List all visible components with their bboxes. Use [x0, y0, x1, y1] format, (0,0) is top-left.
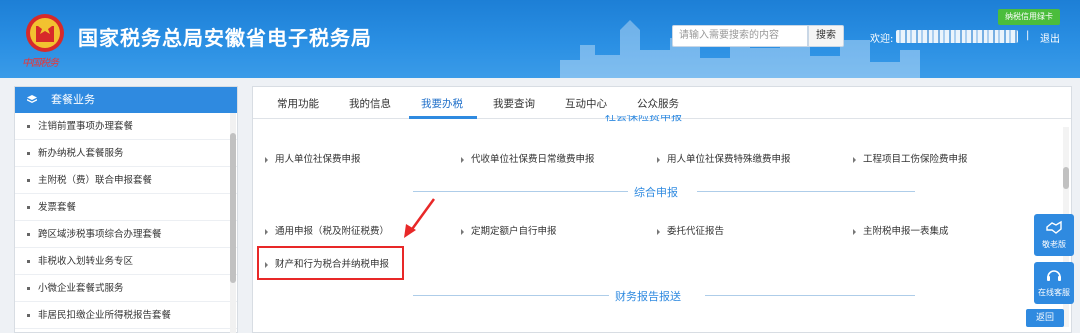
section-title-comprehensive: 综合申报 [628, 184, 684, 200]
bullet-icon [27, 152, 30, 155]
section-title-financial: 财务报告报送 [609, 288, 687, 304]
triangle-icon [853, 156, 856, 163]
menu-item-label: 委托代征报告 [667, 226, 725, 237]
menu-item-label: 通用申报（税及附征税费） [275, 226, 390, 237]
tax-emblem-icon [26, 14, 64, 52]
sidebar-scrollbar[interactable] [230, 113, 236, 333]
bullet-icon [27, 314, 30, 317]
menu-item[interactable]: 定期定额户自行申报 [461, 223, 557, 237]
elder-version-button[interactable]: 敬老版 [1034, 214, 1074, 256]
bullet-icon [27, 233, 30, 236]
bullet-icon [27, 260, 30, 263]
sidebar-item[interactable]: 小微企业套餐式服务 [15, 275, 237, 302]
tab-public-service[interactable]: 公众服务 [637, 96, 679, 111]
sidebar-item[interactable]: 主附税（费）联合申报套餐 [15, 167, 237, 194]
search-input[interactable]: 请输入需要搜索的内容 [672, 25, 808, 47]
menu-item[interactable]: 用人单位社保费特殊缴费申报 [657, 151, 791, 165]
sidebar-item-label: 注销前置事项办理套餐 [38, 121, 134, 132]
triangle-icon [853, 228, 856, 235]
triangle-icon [657, 156, 660, 163]
triangle-icon [265, 156, 268, 163]
triangle-icon [461, 228, 464, 235]
sidebar-item[interactable]: 发票套餐 [15, 194, 237, 221]
masked-username [896, 30, 1018, 43]
site-header: 中国税务 国家税务总局安徽省电子税务局 请输入需要搜索的内容 搜索 纳税信用绿卡… [0, 0, 1080, 78]
sidebar: 套餐业务 注销前置事项办理套餐 新办纳税人套餐服务 主附税（费）联合申报套餐 发… [14, 86, 238, 333]
bullet-icon [27, 206, 30, 209]
site-title: 国家税务总局安徽省电子税务局 [78, 26, 372, 50]
search-button[interactable]: 搜索 [808, 25, 844, 47]
menu-item-label: 定期定额户自行申报 [471, 226, 557, 237]
scrollbar-thumb[interactable] [230, 133, 236, 283]
bullet-icon [27, 287, 30, 290]
menu-item[interactable]: 主附税申报一表集成 [853, 223, 949, 237]
slogan-logo: 中国税务 [22, 58, 59, 69]
section-divider [413, 191, 631, 192]
sidebar-title: 套餐业务 [51, 93, 95, 106]
sidebar-item-label: 发票套餐 [38, 202, 77, 213]
menu-item[interactable]: 通用申报（税及附征税费） [265, 223, 389, 237]
section-divider [697, 191, 915, 192]
elder-version-label: 敬老版 [1042, 240, 1066, 249]
online-service-label: 在线客服 [1038, 288, 1070, 297]
logout-link[interactable]: 退出 [1040, 30, 1060, 45]
menu-item-label: 代收单位社保费日常缴费申报 [471, 154, 595, 165]
sidebar-item-label: 跨区域涉税事项综合办理套餐 [38, 229, 162, 240]
headset-icon [1047, 270, 1061, 281]
sidebar-header: 套餐业务 [15, 87, 237, 113]
sidebar-item[interactable]: 非税收入划转业务专区 [15, 248, 237, 275]
back-button[interactable]: 返回 [1026, 309, 1064, 327]
menu-item-label: 用人单位社保费申报 [275, 154, 361, 165]
sidebar-item-label: 非税收入划转业务专区 [38, 256, 134, 267]
sidebar-list: 注销前置事项办理套餐 新办纳税人套餐服务 主附税（费）联合申报套餐 发票套餐 跨… [15, 113, 237, 329]
menu-item-label: 工程项目工伤保险费申报 [863, 154, 968, 165]
menu-item-label: 主附税申报一表集成 [863, 226, 949, 237]
bullet-icon [27, 125, 30, 128]
handshake-icon [1046, 220, 1062, 234]
package-icon [27, 95, 37, 103]
highlight-box [257, 246, 404, 280]
sidebar-item-label: 主附税（费）联合申报套餐 [38, 175, 153, 186]
bullet-icon [27, 179, 30, 182]
credit-card-badge[interactable]: 纳税信用绿卡 [998, 9, 1060, 25]
menu-item[interactable]: 用人单位社保费申报 [265, 151, 361, 165]
sidebar-item-label: 小微企业套餐式服务 [38, 283, 124, 294]
tab-interaction[interactable]: 互动中心 [565, 96, 607, 111]
menu-item-label: 用人单位社保费特殊缴费申报 [667, 154, 791, 165]
active-tab-indicator [409, 116, 477, 119]
menu-item[interactable]: 工程项目工伤保险费申报 [853, 151, 968, 165]
main-panel: 常用功能 我的信息 我要办税 我要查询 互动中心 公众服务 社会保险费申报 用人… [252, 86, 1072, 333]
sidebar-item[interactable]: 新办纳税人套餐服务 [15, 140, 237, 167]
triangle-icon [265, 228, 268, 235]
online-service-button[interactable]: 在线客服 [1034, 262, 1074, 304]
sidebar-item-label: 新办纳税人套餐服务 [38, 148, 124, 159]
triangle-icon [461, 156, 464, 163]
triangle-icon [657, 228, 660, 235]
section-divider [705, 295, 915, 296]
sidebar-item[interactable]: 跨区域涉税事项综合办理套餐 [15, 221, 237, 248]
section-divider [413, 295, 609, 296]
sidebar-item[interactable]: 非居民扣缴企业所得税报告套餐 [15, 302, 237, 329]
header-separator: | [1026, 30, 1030, 41]
tab-query[interactable]: 我要查询 [493, 96, 535, 111]
menu-item[interactable]: 委托代征报告 [657, 223, 724, 237]
welcome-label: 欢迎: [870, 34, 894, 45]
tab-my-info[interactable]: 我的信息 [349, 96, 391, 111]
tab-common[interactable]: 常用功能 [277, 96, 319, 111]
annotation-arrow-icon [404, 198, 436, 238]
sidebar-item-label: 非居民扣缴企业所得税报告套餐 [38, 310, 172, 321]
menu-item[interactable]: 代收单位社保费日常缴费申报 [461, 151, 595, 165]
scrollbar-thumb[interactable] [1063, 167, 1069, 189]
tab-tax-filing[interactable]: 我要办税 [421, 96, 463, 111]
section-title-social: 社会保险费申报 [605, 115, 682, 123]
sidebar-item[interactable]: 注销前置事项办理套餐 [15, 113, 237, 140]
